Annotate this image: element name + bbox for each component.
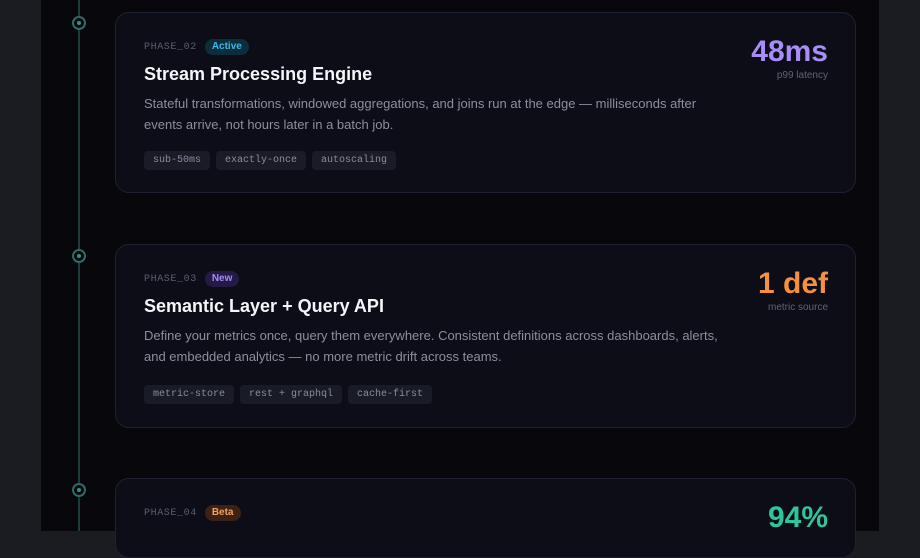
status-badge: Beta	[204, 505, 241, 521]
timeline-node-phase-02	[72, 16, 86, 30]
phase-card-04[interactable]: PHASE_04 Beta 94%	[115, 478, 856, 558]
phase-header: PHASE_03 New	[144, 271, 240, 287]
timeline-node-phase-03	[72, 249, 86, 263]
phase-header: PHASE_04 Beta	[144, 505, 241, 521]
tag: rest + graphql	[240, 385, 343, 404]
tag-list: sub-50ms exactly-once autoscaling	[144, 151, 397, 170]
metric-block: 48ms p99 latency	[751, 35, 828, 81]
phase-description: Stateful transformations, windowed aggre…	[144, 96, 697, 132]
tag: sub-50ms	[144, 151, 211, 170]
tag-list: metric-store rest + graphql cache-first	[144, 385, 433, 404]
metric-value: 94%	[767, 501, 828, 534]
tag: metric-store	[144, 385, 235, 404]
tag: cache-first	[348, 385, 433, 404]
metric-label: metric source	[767, 302, 828, 313]
tag: exactly-once	[216, 151, 307, 170]
tag: autoscaling	[312, 151, 397, 170]
metric-block: 1 def metric source	[758, 267, 828, 313]
phase-header: PHASE_02 Active	[144, 39, 249, 55]
phase-id: PHASE_04	[144, 507, 197, 519]
phase-title: Stream Processing Engine	[144, 64, 373, 84]
phase-card-03[interactable]: PHASE_03 New Semantic Layer + Query API …	[115, 244, 856, 428]
metric-value: 48ms	[751, 35, 828, 68]
metric-value: 1 def	[757, 267, 828, 300]
status-badge: Active	[204, 39, 249, 55]
phase-id: PHASE_02	[144, 41, 197, 53]
phase-id: PHASE_03	[144, 273, 197, 285]
phase-title: Semantic Layer + Query API	[144, 296, 384, 316]
timeline-rail	[78, 0, 80, 531]
phase-description: Define your metrics once, query them eve…	[144, 328, 718, 364]
timeline-node-phase-04	[72, 483, 86, 497]
metric-label: p99 latency	[776, 70, 828, 81]
metric-block: 94%	[768, 501, 828, 535]
status-badge: New	[204, 271, 240, 287]
phase-card-02[interactable]: PHASE_02 Active Stream Processing Engine…	[115, 12, 856, 193]
